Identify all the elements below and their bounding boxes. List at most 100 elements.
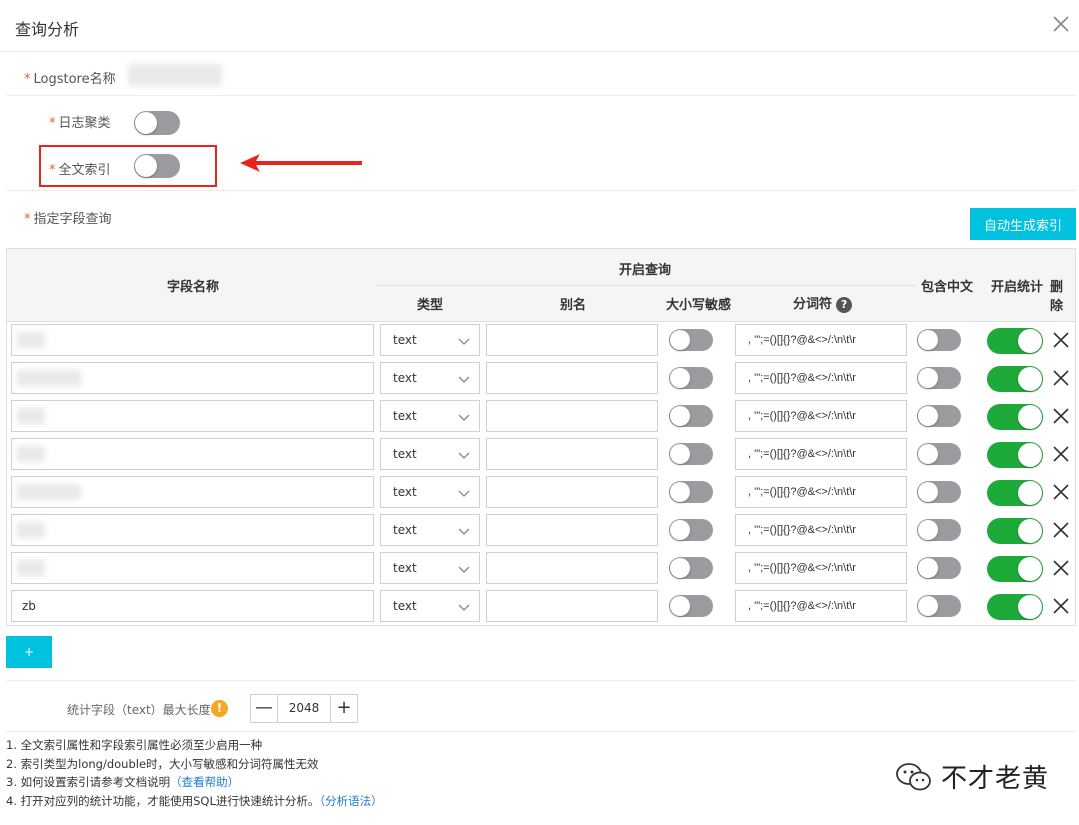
type-select[interactable]: text [380, 514, 480, 546]
type-select[interactable]: text [380, 590, 480, 622]
field-name-input[interactable] [11, 400, 374, 432]
chevron-down-icon [458, 338, 470, 345]
help-icon[interactable]: ? [836, 296, 853, 313]
enable-stats-toggle[interactable] [987, 328, 1043, 354]
max-length-stepper[interactable]: — 2048 + [250, 694, 358, 723]
enable-stats-toggle[interactable] [987, 404, 1043, 430]
type-value: text [393, 371, 417, 385]
logstore-label-row: * Logstore名称 [24, 68, 116, 87]
required-mark: * [49, 116, 56, 131]
field-name-input[interactable] [11, 438, 374, 470]
type-select[interactable]: text [380, 552, 480, 584]
include-chinese-toggle[interactable] [917, 519, 961, 541]
table-row: text , '";=()[]{}?@&<>/:\n\t\r [7, 476, 1075, 514]
include-chinese-toggle[interactable] [917, 595, 961, 617]
alias-input[interactable] [486, 324, 658, 356]
log-cluster-label: 日志聚类 [58, 116, 111, 131]
tokenizer-input[interactable]: , '";=()[]{}?@&<>/:\n\t\r [735, 552, 907, 584]
alias-input[interactable] [486, 362, 658, 394]
toggle-knob [918, 444, 938, 464]
alias-input[interactable] [486, 514, 658, 546]
chevron-down-icon [458, 414, 470, 421]
dialog-header: 查询分析 [0, 0, 1079, 52]
table-row: text , '";=()[]{}?@&<>/:\n\t\r [7, 400, 1075, 438]
required-mark: * [24, 212, 31, 227]
delete-icon[interactable] [1051, 330, 1071, 350]
case-sensitive-toggle[interactable] [669, 481, 713, 503]
tokenizer-input[interactable]: , '";=()[]{}?@&<>/:\n\t\r [735, 362, 907, 394]
case-sensitive-toggle[interactable] [669, 557, 713, 579]
include-chinese-toggle[interactable] [917, 367, 961, 389]
include-chinese-toggle[interactable] [917, 557, 961, 579]
enable-stats-toggle[interactable] [987, 480, 1043, 506]
type-value: text [393, 447, 417, 461]
add-field-button[interactable]: + [6, 636, 52, 668]
case-sensitive-toggle[interactable] [669, 329, 713, 351]
include-chinese-toggle[interactable] [917, 481, 961, 503]
include-chinese-toggle[interactable] [917, 443, 961, 465]
case-sensitive-toggle[interactable] [669, 595, 713, 617]
enable-stats-toggle[interactable] [987, 366, 1043, 392]
toggle-knob [670, 596, 690, 616]
note-text: 2. 索引类型为long/double时，大小写敏感和分词符属性无效 [6, 756, 319, 771]
case-sensitive-toggle[interactable] [669, 367, 713, 389]
toggle-knob [1018, 405, 1042, 429]
alias-input[interactable] [486, 476, 658, 508]
field-query-label: 指定字段查询 [33, 212, 112, 227]
table-row: text , '";=()[]{}?@&<>/:\n\t\r [7, 438, 1075, 476]
case-sensitive-toggle[interactable] [669, 519, 713, 541]
type-select[interactable]: text [380, 476, 480, 508]
field-name-input[interactable] [11, 514, 374, 546]
tokenizer-input[interactable]: , '";=()[]{}?@&<>/:\n\t\r [735, 400, 907, 432]
field-name-input[interactable]: zb [11, 590, 374, 622]
delete-icon[interactable] [1051, 558, 1071, 578]
th-alias: 别名 [560, 298, 587, 313]
type-select[interactable]: text [380, 362, 480, 394]
increment-button[interactable]: + [330, 695, 357, 722]
decrement-button[interactable]: — [251, 695, 278, 722]
case-sensitive-toggle[interactable] [669, 443, 713, 465]
auto-generate-index-button[interactable]: 自动生成索引 [970, 208, 1076, 240]
note-text: 3. 如何设置索引请参考文档说明 [6, 775, 171, 789]
th-tokenizer: 分词符? [793, 293, 853, 313]
alias-input[interactable] [486, 552, 658, 584]
delete-icon[interactable] [1051, 596, 1071, 616]
max-length-value[interactable]: 2048 [278, 695, 330, 722]
type-select[interactable]: text [380, 438, 480, 470]
type-select[interactable]: text [380, 324, 480, 356]
help-link[interactable]: （查看帮助） [170, 775, 239, 789]
tokenizer-input[interactable]: , '";=()[]{}?@&<>/:\n\t\r [735, 438, 907, 470]
delete-icon[interactable] [1051, 482, 1071, 502]
delete-icon[interactable] [1051, 520, 1071, 540]
enable-stats-toggle[interactable] [987, 518, 1043, 544]
enable-stats-toggle[interactable] [987, 594, 1043, 620]
delete-icon[interactable] [1051, 444, 1071, 464]
toggle-knob [670, 406, 690, 426]
delete-icon[interactable] [1051, 368, 1071, 388]
delete-icon[interactable] [1051, 406, 1071, 426]
alias-input[interactable] [486, 438, 658, 470]
tokenizer-input[interactable]: , '";=()[]{}?@&<>/:\n\t\r [735, 324, 907, 356]
syntax-link[interactable]: （分析语法） [319, 794, 382, 808]
field-name-input[interactable] [11, 324, 374, 356]
tokenizer-input[interactable]: , '";=()[]{}?@&<>/:\n\t\r [735, 590, 907, 622]
close-icon[interactable] [1051, 14, 1071, 34]
alias-input[interactable] [486, 590, 658, 622]
field-name-redacted [17, 522, 45, 538]
table-row: text , '";=()[]{}?@&<>/:\n\t\r [7, 552, 1075, 590]
tokenizer-input[interactable]: , '";=()[]{}?@&<>/:\n\t\r [735, 514, 907, 546]
toggle-knob [670, 368, 690, 388]
enable-stats-toggle[interactable] [987, 442, 1043, 468]
enable-stats-toggle[interactable] [987, 556, 1043, 582]
include-chinese-toggle[interactable] [917, 329, 961, 351]
log-cluster-toggle[interactable] [134, 111, 180, 135]
header-divider [376, 285, 916, 286]
alias-input[interactable] [486, 400, 658, 432]
case-sensitive-toggle[interactable] [669, 405, 713, 427]
tokenizer-input[interactable]: , '";=()[]{}?@&<>/:\n\t\r [735, 476, 907, 508]
type-select[interactable]: text [380, 400, 480, 432]
field-name-input[interactable] [11, 552, 374, 584]
toggle-knob [670, 444, 690, 464]
toggle-knob [1018, 329, 1042, 353]
include-chinese-toggle[interactable] [917, 405, 961, 427]
